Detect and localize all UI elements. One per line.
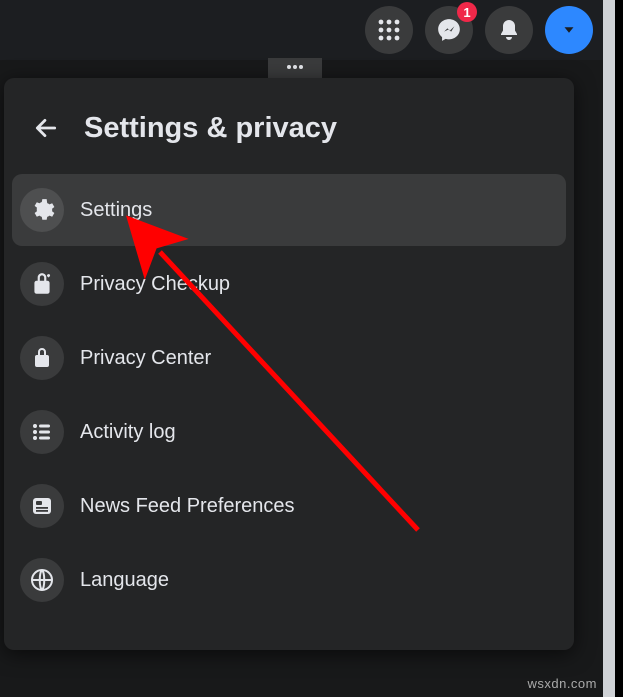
grid-icon [378, 19, 400, 41]
gear-icon [20, 188, 64, 232]
notifications-button[interactable] [485, 6, 533, 54]
menu-label: Settings [80, 199, 152, 222]
back-button[interactable] [26, 108, 66, 148]
watermark: wsxdn.com [527, 676, 597, 691]
feed-icon [20, 484, 64, 528]
panel-title: Settings & privacy [84, 112, 337, 145]
settings-privacy-panel: Settings & privacy Settings Privacy Chec… [4, 78, 574, 650]
globe-icon [20, 558, 64, 602]
bell-icon [497, 18, 521, 42]
account-menu-button[interactable] [545, 6, 593, 54]
menu-label: Activity log [80, 421, 176, 444]
more-dots-icon [286, 62, 304, 72]
messenger-icon [436, 17, 462, 43]
lock-heart-icon [20, 262, 64, 306]
list-icon [20, 410, 64, 454]
menu-item-news-feed-preferences[interactable]: News Feed Preferences [12, 470, 566, 542]
scrollbar-track[interactable] [603, 0, 615, 697]
menu-item-settings[interactable]: Settings [12, 174, 566, 246]
menu-label: Language [80, 569, 169, 592]
caret-down-icon [560, 21, 578, 39]
panel-header: Settings & privacy [12, 94, 566, 172]
menu-apps-button[interactable] [365, 6, 413, 54]
arrow-left-icon [33, 115, 59, 141]
menu-label: Privacy Checkup [80, 273, 230, 296]
menu-label: Privacy Center [80, 347, 211, 370]
menu-item-privacy-checkup[interactable]: Privacy Checkup [12, 248, 566, 320]
menu-item-activity-log[interactable]: Activity log [12, 396, 566, 468]
window-edge [615, 0, 623, 697]
menu-item-privacy-center[interactable]: Privacy Center [12, 322, 566, 394]
top-nav: 1 [0, 0, 623, 60]
menu-item-language[interactable]: Language [12, 544, 566, 616]
menu-label: News Feed Preferences [80, 495, 295, 518]
messenger-button[interactable]: 1 [425, 6, 473, 54]
messenger-badge: 1 [457, 2, 477, 22]
lock-icon [20, 336, 64, 380]
